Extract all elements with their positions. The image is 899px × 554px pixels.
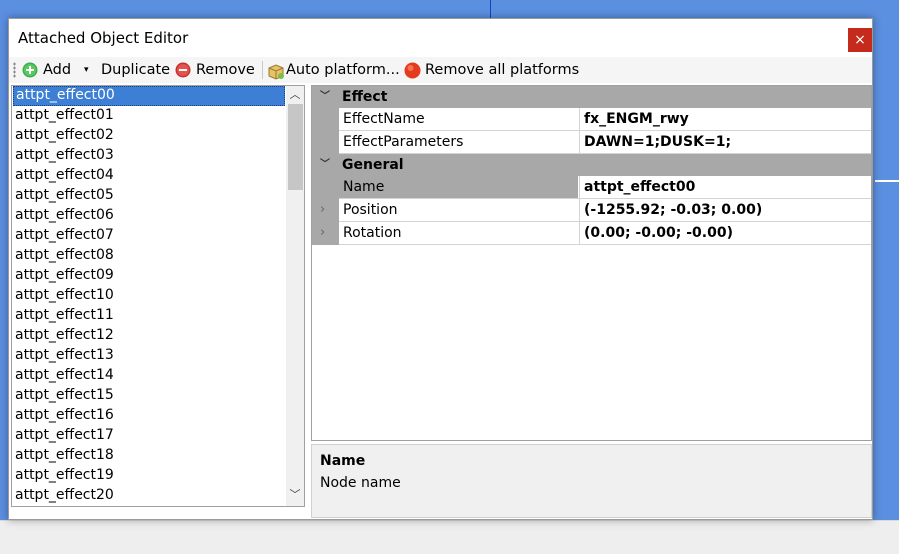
list-item[interactable]: attpt_effect19 (13, 466, 285, 486)
close-button[interactable]: × (848, 28, 872, 52)
list-scrollbar[interactable]: ︿ ﹀ (286, 86, 304, 506)
duplicate-button[interactable]: Duplicate (101, 60, 170, 80)
scroll-down-icon[interactable]: ﹀ (286, 486, 304, 504)
list-item[interactable]: attpt_effect13 (13, 346, 285, 366)
list-item[interactable]: attpt_effect16 (13, 406, 285, 426)
property-row-position[interactable]: › Position (-1255.92; -0.03; 0.00) (312, 199, 871, 222)
property-name: Position (343, 202, 398, 218)
list-item[interactable]: attpt_effect14 (13, 366, 285, 386)
background-app-bottom (0, 520, 899, 554)
dropdown-arrow-icon: ▾ (84, 65, 89, 75)
background-app-left (0, 18, 8, 520)
property-grid: ﹀ Effect EffectName fx_ENGM_rwy EffectPa… (311, 85, 872, 441)
property-name: EffectParameters (343, 134, 464, 150)
row-gutter: › (312, 199, 339, 222)
box-icon (267, 62, 284, 80)
list-item[interactable]: attpt_effect02 (13, 126, 285, 146)
property-value-input[interactable]: (0.00; -0.00; -0.00) (579, 222, 871, 244)
list-item[interactable]: attpt_effect04 (13, 166, 285, 186)
category-label: Effect (342, 89, 388, 105)
list-item[interactable]: attpt_effect07 (13, 226, 285, 246)
expand-icon[interactable]: › (320, 225, 325, 240)
add-button[interactable]: Add (22, 60, 71, 80)
property-name: Name (339, 176, 578, 198)
title-bar[interactable]: Attached Object Editor × (9, 19, 872, 57)
list-item[interactable]: attpt_effect20 (13, 486, 285, 506)
property-name: EffectName (343, 111, 425, 127)
property-row-name[interactable]: Name attpt_effect00 (312, 176, 871, 199)
property-row-effect-parameters[interactable]: EffectParameters DAWN=1;DUSK=1; (312, 131, 871, 154)
row-gutter (312, 108, 339, 131)
list-item[interactable]: attpt_effect08 (13, 246, 285, 266)
property-value-input[interactable]: DAWN=1;DUSK=1; (579, 131, 871, 153)
background-line (490, 0, 491, 18)
scroll-up-icon[interactable]: ︿ (286, 86, 304, 104)
list-item[interactable]: attpt_effect18 (13, 446, 285, 466)
attached-object-editor-window: Attached Object Editor × Add ▾ Duplicate… (8, 18, 873, 520)
background-app-top (0, 0, 899, 18)
remove-all-platforms-button[interactable]: Remove all platforms (404, 60, 579, 80)
list-item[interactable]: attpt_effect12 (13, 326, 285, 346)
category-effect[interactable]: ﹀ Effect (312, 86, 871, 108)
property-value-input[interactable]: attpt_effect00 (579, 176, 871, 198)
list-item[interactable]: attpt_effect06 (13, 206, 285, 226)
remove-button[interactable]: Remove (175, 60, 255, 80)
list-item[interactable]: attpt_effect09 (13, 266, 285, 286)
list-item[interactable]: attpt_effect11 (13, 306, 285, 326)
remove-all-platforms-label: Remove all platforms (425, 62, 580, 78)
category-label: General (342, 157, 404, 173)
property-name: Rotation (343, 225, 402, 241)
row-gutter: › (312, 222, 339, 245)
category-general[interactable]: ﹀ General (312, 154, 871, 176)
red-circle-icon (404, 62, 421, 79)
auto-platform-label: Auto platform... (286, 62, 400, 78)
collapse-icon[interactable]: ﹀ (316, 86, 334, 108)
list-item[interactable]: attpt_effect03 (13, 146, 285, 166)
list-item[interactable]: attpt_effect05 (13, 186, 285, 206)
minus-icon (175, 62, 191, 78)
background-line (875, 180, 899, 182)
plus-icon (22, 62, 38, 78)
add-dropdown-button[interactable]: ▾ (84, 60, 89, 80)
list-item[interactable]: attpt_effect15 (13, 386, 285, 406)
help-panel: Name Node name (311, 444, 872, 518)
duplicate-label: Duplicate (101, 62, 171, 78)
property-row-rotation[interactable]: › Rotation (0.00; -0.00; -0.00) (312, 222, 871, 245)
list-item[interactable]: attpt_effect10 (13, 286, 285, 306)
row-gutter (312, 131, 339, 154)
close-icon: × (854, 32, 866, 48)
list-item[interactable]: attpt_effect01 (13, 106, 285, 126)
add-label: Add (43, 62, 72, 78)
attached-object-list[interactable]: ︿ ﹀ attpt_effect00 attpt_effect01 attpt_ef… (11, 85, 305, 507)
toolbar-separator (262, 61, 263, 79)
help-description: Node name (320, 475, 401, 491)
background-app-right (872, 18, 899, 520)
collapse-icon[interactable]: ﹀ (316, 154, 334, 176)
expand-icon[interactable]: › (320, 202, 325, 217)
property-value-input[interactable]: fx_ENGM_rwy (579, 108, 871, 130)
list-item[interactable]: attpt_effect00 (13, 86, 285, 106)
auto-platform-button[interactable]: Auto platform... (267, 60, 400, 80)
toolbar-grip[interactable] (13, 62, 16, 78)
property-value-input[interactable]: (-1255.92; -0.03; 0.00) (579, 199, 871, 221)
scrollbar-thumb[interactable] (288, 104, 303, 190)
remove-label: Remove (196, 62, 255, 78)
window-title: Attached Object Editor (18, 29, 189, 47)
list-item[interactable]: attpt_effect17 (13, 426, 285, 446)
row-gutter (312, 176, 339, 199)
help-title: Name (320, 453, 366, 469)
property-row-effect-name[interactable]: EffectName fx_ENGM_rwy (312, 108, 871, 131)
toolbar: Add ▾ Duplicate Remove Auto platform... … (9, 57, 872, 83)
